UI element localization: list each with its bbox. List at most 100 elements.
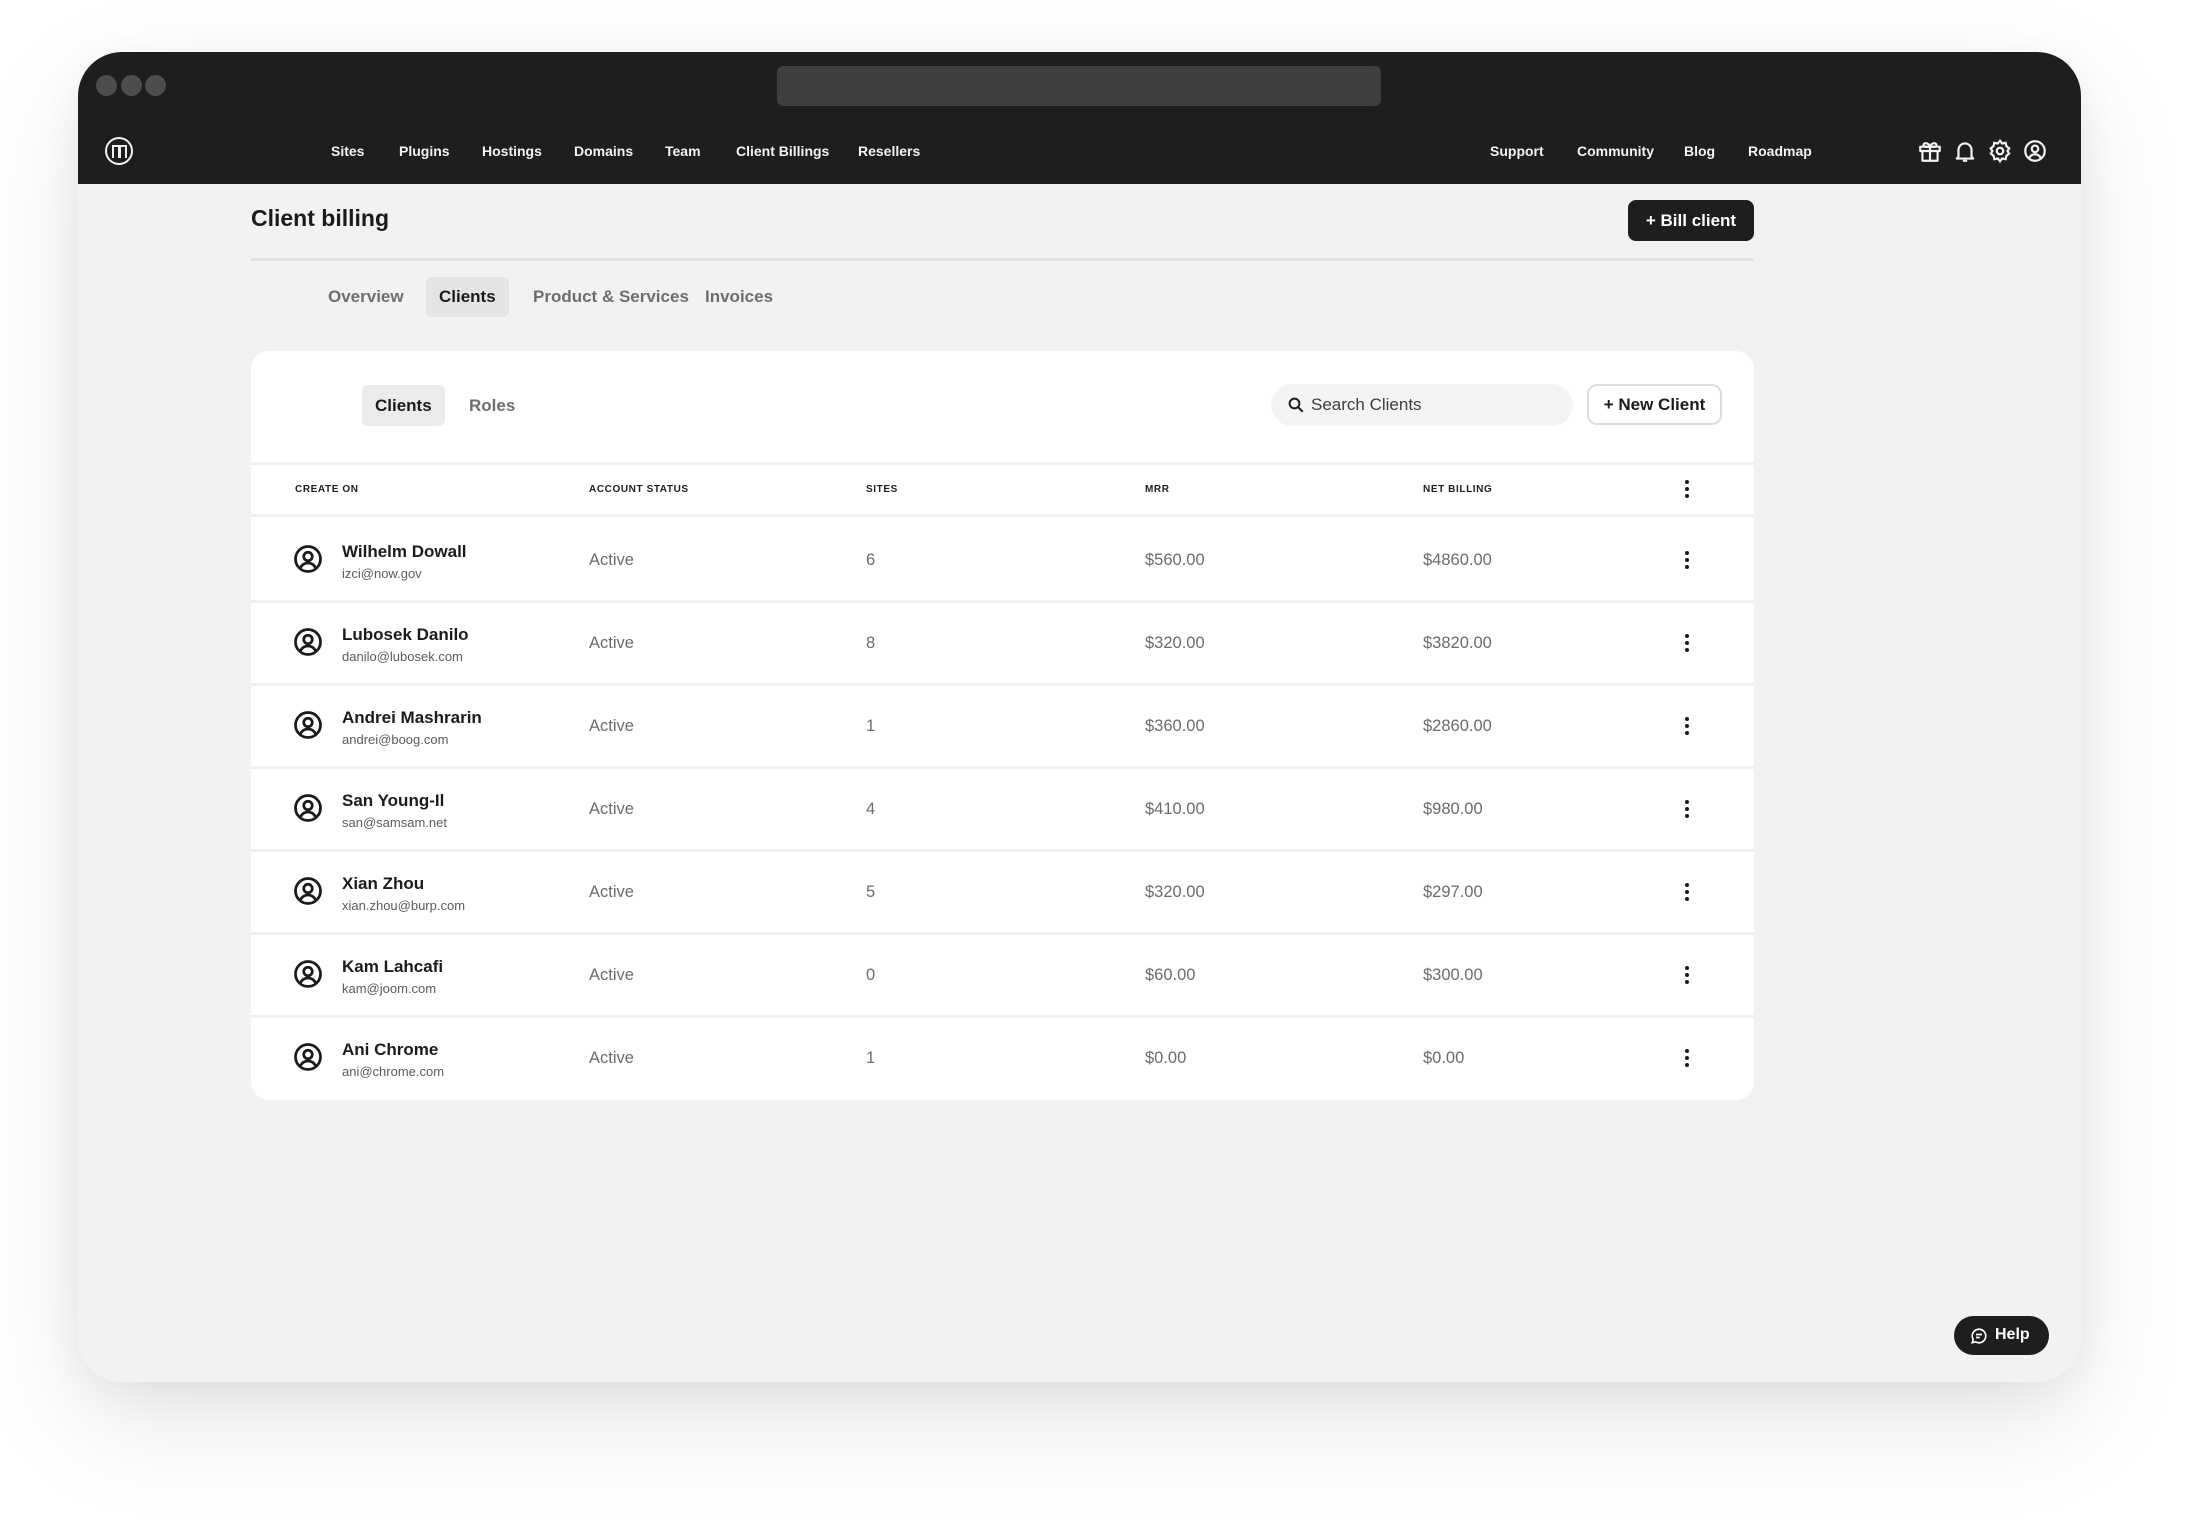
client-email: kam@joom.com bbox=[342, 981, 437, 996]
bell-icon[interactable] bbox=[1952, 138, 1978, 164]
nav-item-client-billings[interactable]: Client Billings bbox=[736, 118, 829, 184]
client-name[interactable]: Wilhelm Dowall bbox=[342, 542, 467, 562]
url-bar[interactable] bbox=[777, 66, 1381, 106]
nav-item-roadmap[interactable]: Roadmap bbox=[1748, 118, 1812, 184]
mrr-value: $320.00 bbox=[1145, 883, 1205, 901]
gear-icon[interactable] bbox=[1987, 138, 2013, 164]
new-client-button[interactable]: + New Client bbox=[1587, 384, 1722, 425]
client-name[interactable]: Ani Chrome bbox=[342, 1040, 438, 1060]
table-row[interactable]: Kam Lahcafi kam@joom.com Active 0 $60.00 $300… bbox=[251, 935, 1754, 1018]
tab-invoices[interactable]: Invoices bbox=[692, 277, 786, 317]
client-email: danilo@lubosek.com bbox=[342, 649, 463, 664]
client-name[interactable]: San Young-Il bbox=[342, 791, 444, 811]
minimize-window-icon[interactable] bbox=[121, 75, 142, 96]
more-options-icon[interactable] bbox=[1675, 477, 1699, 501]
client-name[interactable]: Xian Zhou bbox=[342, 874, 424, 894]
help-button[interactable]: Help bbox=[1954, 1316, 2049, 1355]
clients-card: Clients Roles + New Client Create on Acc… bbox=[251, 351, 1754, 1100]
column-header-mrr: MRR bbox=[1145, 484, 1170, 495]
user-icon[interactable] bbox=[2022, 138, 2048, 164]
row-more-options-icon[interactable] bbox=[1675, 631, 1699, 655]
row-more-options-icon[interactable] bbox=[1675, 797, 1699, 821]
top-navigation: Sites Plugins Hostings Domains Team Clie… bbox=[78, 118, 2081, 184]
page-title: Client billing bbox=[251, 205, 389, 231]
client-name[interactable]: Kam Lahcafi bbox=[342, 957, 443, 977]
search-box bbox=[1271, 384, 1573, 426]
tab-clients[interactable]: Clients bbox=[426, 277, 509, 317]
row-more-options-icon[interactable] bbox=[1675, 548, 1699, 572]
mrr-value: $320.00 bbox=[1145, 634, 1205, 652]
table-row[interactable]: Wilhelm Dowall izci@now.gov Active 6 $560.00… bbox=[251, 520, 1754, 603]
client-email: izci@now.gov bbox=[342, 566, 422, 581]
sites-count: 1 bbox=[866, 717, 876, 735]
avatar-icon bbox=[293, 710, 323, 740]
client-email: san@samsam.net bbox=[342, 815, 447, 830]
maximize-window-icon[interactable] bbox=[145, 75, 166, 96]
avatar-icon bbox=[293, 1042, 323, 1072]
title-divider bbox=[251, 258, 1754, 261]
column-header-create-on: Create on bbox=[295, 484, 359, 495]
mrr-value: $60.00 bbox=[1145, 966, 1196, 984]
column-header-net-billing: Net billing bbox=[1423, 484, 1493, 495]
nav-item-hostings[interactable]: Hostings bbox=[482, 118, 542, 184]
table-row[interactable]: Xian Zhou xian.zhou@burp.com Active 5 $320.0… bbox=[251, 852, 1754, 935]
nav-item-resellers[interactable]: Resellers bbox=[858, 118, 920, 184]
nav-item-sites[interactable]: Sites bbox=[331, 118, 364, 184]
gift-icon[interactable] bbox=[1917, 138, 1943, 164]
row-more-options-icon[interactable] bbox=[1675, 714, 1699, 738]
account-status: Active bbox=[589, 717, 634, 735]
tab-product-services[interactable]: Product & Services bbox=[520, 277, 702, 317]
table-row[interactable]: Andrei Mashrarin andrei@boog.com Active 1 $3… bbox=[251, 686, 1754, 769]
client-name[interactable]: Lubosek Danilo bbox=[342, 625, 469, 645]
column-header-account-status: Account status bbox=[589, 484, 689, 495]
subtab-clients[interactable]: Clients bbox=[362, 385, 445, 426]
net-billing-value: $2860.00 bbox=[1423, 717, 1492, 735]
table-header: Create on Account status Sites MRR Net b… bbox=[251, 462, 1754, 517]
sites-count: 8 bbox=[866, 634, 876, 652]
nav-item-plugins[interactable]: Plugins bbox=[399, 118, 450, 184]
mrr-value: $560.00 bbox=[1145, 551, 1205, 569]
row-more-options-icon[interactable] bbox=[1675, 963, 1699, 987]
title-bar bbox=[78, 52, 2081, 118]
avatar-icon bbox=[293, 627, 323, 657]
client-email: ani@chrome.com bbox=[342, 1064, 445, 1079]
net-billing-value: $0.00 bbox=[1423, 1049, 1465, 1067]
logo-icon[interactable] bbox=[105, 137, 133, 165]
nav-item-team[interactable]: Team bbox=[665, 118, 701, 184]
account-status: Active bbox=[589, 634, 634, 652]
avatar-icon bbox=[293, 793, 323, 823]
account-status: Active bbox=[589, 1049, 634, 1067]
sites-count: 4 bbox=[866, 800, 876, 818]
net-billing-value: $3820.00 bbox=[1423, 634, 1492, 652]
net-billing-value: $297.00 bbox=[1423, 883, 1483, 901]
nav-item-domains[interactable]: Domains bbox=[574, 118, 633, 184]
tab-overview[interactable]: Overview bbox=[315, 277, 417, 317]
account-status: Active bbox=[589, 551, 634, 569]
avatar-icon bbox=[293, 876, 323, 906]
search-input[interactable] bbox=[1311, 384, 1561, 426]
nav-item-support[interactable]: Support bbox=[1490, 118, 1544, 184]
table-row[interactable]: Ani Chrome ani@chrome.com Active 1 $0.00 $0.0… bbox=[251, 1018, 1754, 1100]
table-row[interactable]: San Young-Il san@samsam.net Active 4 $410.00… bbox=[251, 769, 1754, 852]
column-header-sites: Sites bbox=[866, 484, 898, 495]
net-billing-value: $4860.00 bbox=[1423, 551, 1492, 569]
mrr-value: $0.00 bbox=[1145, 1049, 1187, 1067]
table-row[interactable]: Lubosek Danilo danilo@lubosek.com Active 8 $… bbox=[251, 603, 1754, 686]
nav-item-blog[interactable]: Blog bbox=[1684, 118, 1715, 184]
account-status: Active bbox=[589, 966, 634, 984]
client-email: andrei@boog.com bbox=[342, 732, 449, 747]
account-status: Active bbox=[589, 800, 634, 818]
net-billing-value: $300.00 bbox=[1423, 966, 1483, 984]
avatar-icon bbox=[293, 544, 323, 574]
row-more-options-icon[interactable] bbox=[1675, 1046, 1699, 1070]
subtab-roles[interactable]: Roles bbox=[456, 385, 528, 426]
search-icon bbox=[1288, 397, 1304, 413]
net-billing-value: $980.00 bbox=[1423, 800, 1483, 818]
nav-item-community[interactable]: Community bbox=[1577, 118, 1654, 184]
avatar-icon bbox=[293, 959, 323, 989]
row-more-options-icon[interactable] bbox=[1675, 880, 1699, 904]
close-window-icon[interactable] bbox=[96, 75, 117, 96]
bill-client-button[interactable]: + Bill client bbox=[1628, 200, 1754, 241]
client-name[interactable]: Andrei Mashrarin bbox=[342, 708, 482, 728]
client-email: xian.zhou@burp.com bbox=[342, 898, 466, 913]
